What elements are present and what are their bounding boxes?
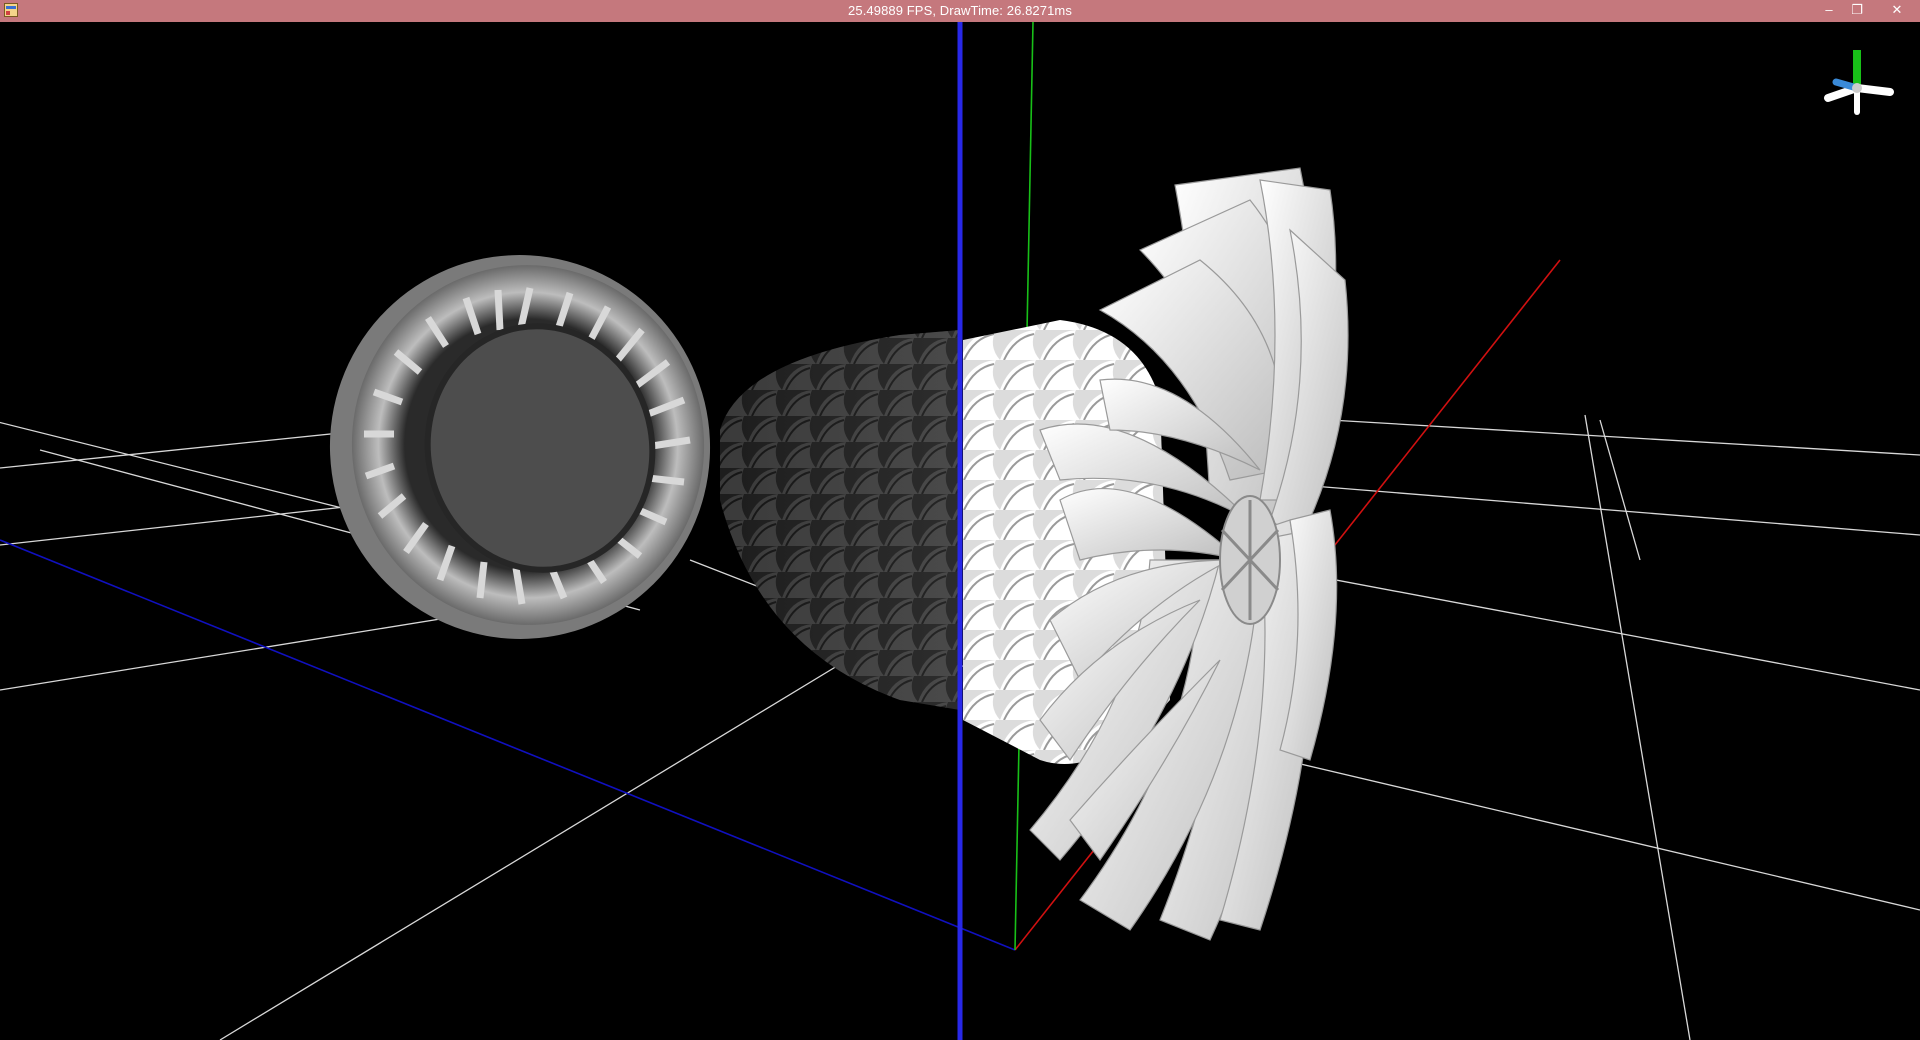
scene-canvas[interactable] [0,22,1920,1040]
window-title: 25.49889 FPS, DrawTime: 26.8271ms [848,3,1072,18]
axis-orientation-gizmo-icon[interactable] [1824,50,1894,115]
restore-icon: ❐ [1851,2,1863,17]
window-titlebar[interactable]: 25.49889 FPS, DrawTime: 26.8271ms – ❐ ✕ [0,0,1920,22]
minimize-icon: – [1825,2,1833,17]
3d-viewport[interactable] [0,22,1920,1040]
fan-blades [1029,167,1349,941]
close-button[interactable]: ✕ [1881,0,1913,20]
close-icon: ✕ [1891,2,1903,17]
fan-hub [1219,495,1281,625]
minimize-button[interactable]: – [1815,0,1843,20]
restore-button[interactable]: ❐ [1843,0,1871,20]
nozzle-ring [329,255,711,639]
turbine-drum-dark [720,330,960,710]
